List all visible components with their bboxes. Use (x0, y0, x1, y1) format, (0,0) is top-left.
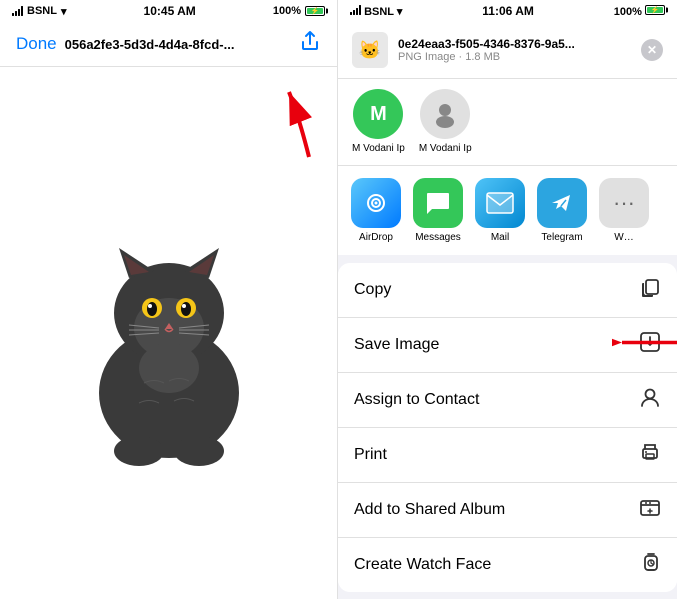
app-name-more: W… (614, 232, 633, 243)
cat-image (64, 193, 274, 473)
contact-item-2[interactable]: M Vodani Ip (419, 89, 472, 155)
copy-label: Copy (354, 281, 391, 299)
charging-bolt-right: ⚡ (651, 6, 660, 14)
right-status-left: 100% ⚡ (273, 5, 325, 17)
action-shared-album[interactable]: Add to Shared Album (338, 483, 677, 538)
contact-name-1: M Vodani Ip (352, 143, 405, 155)
contact-item-1[interactable]: M M Vodani Ip (352, 89, 405, 155)
battery-right: ⚡ (645, 5, 665, 15)
app-name-mail: Mail (491, 232, 509, 243)
action-assign-contact[interactable]: Assign to Contact (338, 373, 677, 428)
more-apps-icon: ··· (599, 178, 649, 228)
contacts-row: M M Vodani Ip M Vodani Ip (338, 79, 677, 166)
left-status-left: BSNL ▾ (12, 5, 66, 18)
save-image-icon (639, 331, 661, 359)
file-thumbnail-icon: 🐱 (352, 32, 388, 68)
print-label: Print (354, 446, 387, 464)
image-area (0, 67, 337, 599)
shared-album-icon (639, 496, 661, 524)
time-left: 10:45 AM (144, 4, 196, 18)
share-button-left[interactable] (299, 30, 321, 58)
airdrop-icon (351, 178, 401, 228)
save-image-label: Save Image (354, 336, 439, 354)
watch-face-icon (641, 551, 661, 579)
close-share-sheet-button[interactable]: ✕ (641, 39, 663, 61)
red-arrow-left (249, 77, 329, 157)
action-print[interactable]: Print (338, 428, 677, 483)
left-panel: BSNL ▾ 10:45 AM 100% ⚡ Done 056a2fe3-5d3… (0, 0, 338, 599)
app-item-airdrop[interactable]: AirDrop (348, 178, 404, 243)
apps-row: AirDrop Messages Mail (338, 166, 677, 263)
actions-list: Copy Save Image (338, 263, 677, 592)
app-item-telegram[interactable]: Telegram (534, 178, 590, 243)
file-name-left: 056a2fe3-5d3d-4d4a-8fcd-... (65, 37, 291, 52)
messages-icon (413, 178, 463, 228)
app-name-telegram: Telegram (541, 232, 582, 243)
action-save-image[interactable]: Save Image (338, 318, 677, 373)
contact-name-2: M Vodani Ip (419, 143, 472, 155)
app-item-messages[interactable]: Messages (410, 178, 466, 243)
left-status-right: BSNL ▾ (350, 5, 402, 18)
status-bar-left: BSNL ▾ 10:45 AM 100% ⚡ (0, 0, 337, 22)
watch-face-label: Create Watch Face (354, 556, 491, 574)
wifi-icon-right: ▾ (397, 6, 403, 18)
signal-bars-left (12, 6, 23, 16)
assign-contact-icon (639, 386, 661, 414)
wifi-icon-left: ▾ (61, 5, 67, 18)
status-bar-right: BSNL ▾ 11:06 AM 100% ⚡ (338, 0, 677, 22)
battery-percent-left: 100% (273, 5, 301, 17)
share-file-subtitle: PNG Image · 1.8 MB (398, 51, 631, 63)
app-item-more[interactable]: ··· W… (596, 178, 652, 243)
contact-avatar-2 (420, 89, 470, 139)
shared-album-label: Add to Shared Album (354, 501, 505, 519)
share-sheet-header: 🐱 0e24eaa3-f505-4346-8376-9a5... PNG Ima… (338, 22, 677, 79)
time-right: 11:06 AM (482, 4, 534, 18)
action-watch-face[interactable]: Create Watch Face (338, 538, 677, 592)
right-panel: BSNL ▾ 11:06 AM 100% ⚡ 🐱 0e24eaa3-f505-4… (338, 0, 677, 599)
copy-icon (639, 276, 661, 304)
print-icon (639, 441, 661, 469)
app-name-messages: Messages (415, 232, 461, 243)
carrier-right: BSNL (364, 6, 394, 18)
nav-bar-left: Done 056a2fe3-5d3d-4d4a-8fcd-... (0, 22, 337, 67)
battery-percent-right: 100% (614, 6, 642, 18)
action-copy[interactable]: Copy (338, 263, 677, 318)
signal-bars-right (350, 5, 361, 15)
battery-left: ⚡ (305, 6, 325, 16)
contact-avatar-1: M (353, 89, 403, 139)
file-info: 0e24eaa3-f505-4346-8376-9a5... PNG Image… (398, 37, 631, 63)
mail-icon (475, 178, 525, 228)
assign-contact-label: Assign to Contact (354, 391, 479, 409)
app-item-mail[interactable]: Mail (472, 178, 528, 243)
telegram-icon (537, 178, 587, 228)
done-button[interactable]: Done (16, 34, 57, 54)
share-file-title: 0e24eaa3-f505-4346-8376-9a5... (398, 37, 631, 51)
app-name-airdrop: AirDrop (359, 232, 393, 243)
right-status-right: 100% ⚡ (614, 5, 665, 18)
carrier-left: BSNL (27, 5, 57, 17)
charging-bolt-left: ⚡ (311, 7, 320, 15)
